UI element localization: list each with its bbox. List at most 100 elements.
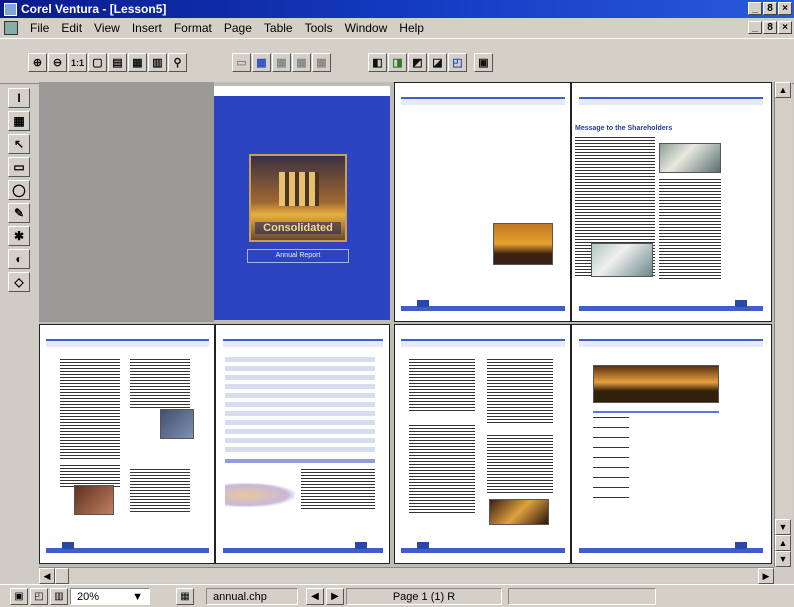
page7-rule xyxy=(593,411,719,413)
page5-notes-text xyxy=(301,469,375,509)
menu-page[interactable]: Page xyxy=(218,21,258,35)
minimize-button[interactable]: _ xyxy=(748,2,762,15)
pie-chart-graphic xyxy=(225,483,295,507)
scroll-up-button[interactable]: ▲ xyxy=(775,82,791,98)
full-page-icon[interactable]: ▢ xyxy=(88,53,107,72)
zoom-out-icon[interactable]: ⊖ xyxy=(48,53,67,72)
calculator-icon[interactable]: ▣ xyxy=(474,53,493,72)
doc-close-button[interactable]: × xyxy=(778,21,792,34)
pointer-tool-icon[interactable]: ↖ xyxy=(8,134,30,154)
grid-icon[interactable]: ▦ xyxy=(252,53,271,72)
pen-tool-icon[interactable]: ✎ xyxy=(8,203,30,223)
zoom-in-icon[interactable]: ⊕ xyxy=(28,53,47,72)
page-number-tag xyxy=(62,542,74,549)
zoom-window-icon[interactable]: ⚲ xyxy=(168,53,187,72)
frame-view-icon[interactable]: ▥ xyxy=(148,53,167,72)
draft-view-icon[interactable]: ◰ xyxy=(30,588,48,605)
menu-edit[interactable]: Edit xyxy=(55,21,88,35)
text-cursor-tool-icon[interactable]: I xyxy=(8,88,30,108)
horizontal-scroll-thumb[interactable] xyxy=(55,568,69,584)
page-number-tag xyxy=(735,300,747,307)
document-icon[interactable] xyxy=(4,21,18,35)
zoom-select[interactable]: 20% ▼ xyxy=(70,588,150,605)
previous-page-icon[interactable]: ◀ xyxy=(306,588,324,605)
horizontal-scrollbar[interactable]: ◀ ▶ xyxy=(39,567,774,584)
facing-pages-icon[interactable]: ▤ xyxy=(108,53,127,72)
frame-4-icon[interactable]: ◪ xyxy=(428,53,447,72)
window-controls: _ 8 × xyxy=(748,2,792,15)
page-number-tag xyxy=(735,542,747,549)
page-down-button[interactable]: ▼ xyxy=(775,551,791,567)
spread-gutter xyxy=(570,325,572,563)
column-guides-icon[interactable]: ▦ xyxy=(312,53,331,72)
actual-size-button[interactable]: 1:1 xyxy=(68,53,87,72)
spread-gutter xyxy=(214,325,216,563)
vertical-scrollbar[interactable]: ▲ ▼ ▲ ▼ xyxy=(774,82,792,567)
chevron-down-icon: ▼ xyxy=(132,590,143,603)
frame-tool-icon[interactable]: ▦ xyxy=(8,111,30,131)
status-bar: ▣ ◰ ▥ 20% ▼ ▦ annual.chp ◀ ▶ Page 1 (1) … xyxy=(0,584,794,607)
page-layout-icon[interactable]: ▥ xyxy=(50,588,68,605)
cover-top-margin xyxy=(214,86,390,96)
menu-insert[interactable]: Insert xyxy=(126,21,168,35)
menu-help[interactable]: Help xyxy=(393,21,430,35)
title-bar: Corel Ventura - [Lesson5] _ 8 × xyxy=(0,0,794,18)
cover-page[interactable]: Consolidated Annual Report xyxy=(214,86,390,320)
page4-photo-2 xyxy=(74,485,114,515)
lab-photo-1 xyxy=(659,143,721,173)
page4-col1-text xyxy=(60,359,120,459)
spread-gutter xyxy=(570,83,572,321)
ellipse-tool-icon[interactable]: ◯ xyxy=(8,180,30,200)
table-view-icon[interactable]: ▭ xyxy=(232,53,251,72)
menu-tools[interactable]: Tools xyxy=(299,21,339,35)
frame-2-icon[interactable]: ◨ xyxy=(388,53,407,72)
doc-restore-button[interactable]: 8 xyxy=(763,21,777,34)
layout-icon[interactable]: ▦ xyxy=(272,53,291,72)
menu-file[interactable]: File xyxy=(24,21,55,35)
page6-col1-text xyxy=(409,359,475,411)
document-canvas[interactable]: Consolidated Annual Report Message to th… xyxy=(39,82,774,567)
page-up-button[interactable]: ▲ xyxy=(775,535,791,551)
spread-pages-4-5[interactable] xyxy=(39,324,390,564)
scroll-right-button[interactable]: ▶ xyxy=(758,568,774,584)
frame-1-icon[interactable]: ◧ xyxy=(368,53,387,72)
page-7 xyxy=(573,325,769,563)
sunset-photo xyxy=(593,365,719,403)
menu-table[interactable]: Table xyxy=(258,21,299,35)
zoom-fit-icon[interactable]: ▦ xyxy=(176,588,194,605)
status-message-field xyxy=(508,588,656,605)
menu-format[interactable]: Format xyxy=(168,21,218,35)
window-title: Corel Ventura - [Lesson5] xyxy=(21,2,167,16)
menu-window[interactable]: Window xyxy=(339,21,394,35)
cover-logo-image: Consolidated xyxy=(249,154,347,242)
page-header-rule xyxy=(46,339,209,347)
spread-pages-6-7[interactable] xyxy=(394,324,772,564)
paint-tool-icon[interactable]: ✱ xyxy=(8,226,30,246)
next-page-icon[interactable]: ▶ xyxy=(326,588,344,605)
close-button[interactable]: × xyxy=(778,2,792,15)
page-header-rule xyxy=(401,97,565,105)
menu-view[interactable]: View xyxy=(88,21,126,35)
page6-col2-text xyxy=(487,359,553,425)
lab-photo-2 xyxy=(591,243,653,277)
page-header-rule xyxy=(223,339,383,347)
rectangle-tool-icon[interactable]: ▭ xyxy=(8,157,30,177)
page-2 xyxy=(395,83,571,321)
master-icon[interactable]: ▦ xyxy=(292,53,311,72)
preview-icon[interactable]: ◰ xyxy=(448,53,467,72)
frame-3-icon[interactable]: ◩ xyxy=(408,53,427,72)
zoom-value: 20% xyxy=(77,590,100,603)
columns-graphic xyxy=(279,172,319,206)
scroll-down-button[interactable]: ▼ xyxy=(775,519,791,535)
scroll-left-button[interactable]: ◀ xyxy=(39,568,55,584)
fill-tool-icon[interactable]: ◐ xyxy=(8,249,30,269)
doc-minimize-button[interactable]: _ xyxy=(748,21,762,34)
spread-pages-2-3[interactable]: Message to the Shareholders xyxy=(394,82,772,322)
app-icon[interactable] xyxy=(4,2,17,16)
bucket-tool-icon[interactable]: ◇ xyxy=(8,272,30,292)
maximize-button[interactable]: 8 xyxy=(763,2,777,15)
pasteboard xyxy=(39,82,214,322)
financial-table xyxy=(225,357,375,453)
thumbnail-icon[interactable]: ▦ xyxy=(128,53,147,72)
view-mode-icon[interactable]: ▣ xyxy=(10,588,28,605)
